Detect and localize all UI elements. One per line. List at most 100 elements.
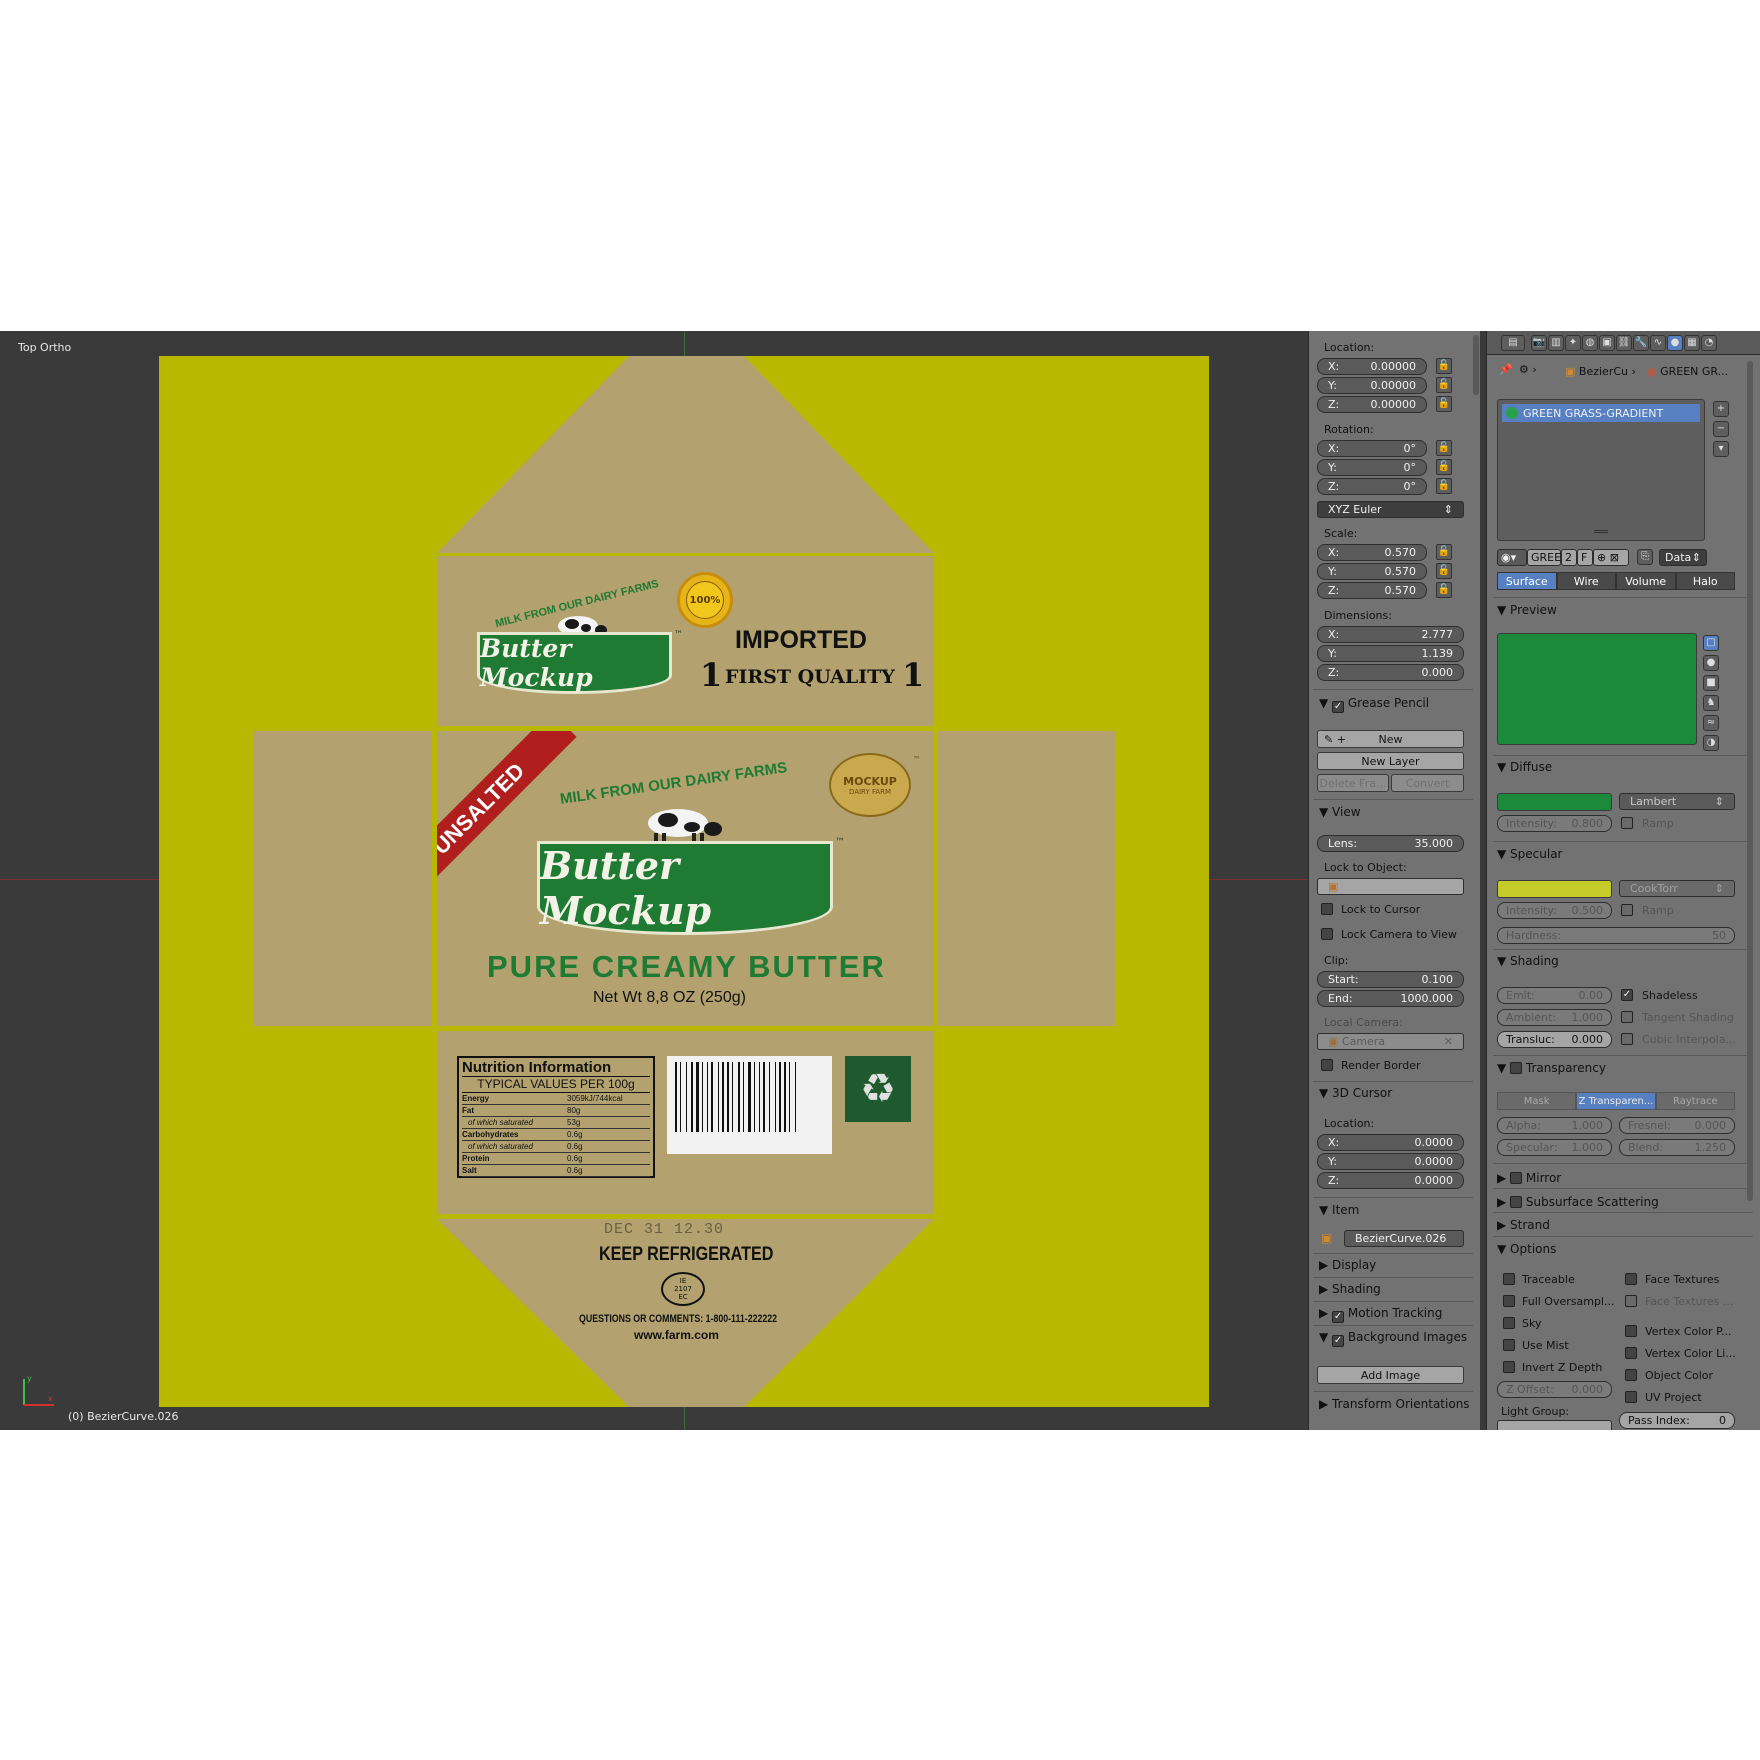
render-border-checkbox[interactable] bbox=[1321, 1059, 1333, 1071]
lock-icon[interactable]: 🔓 bbox=[1436, 478, 1452, 494]
background-images-header[interactable]: ▼ ✓ Background Images bbox=[1319, 1330, 1467, 1347]
mirror-header[interactable]: ▶ Mirror bbox=[1497, 1170, 1561, 1185]
remove-slot-icon[interactable]: − bbox=[1713, 421, 1729, 437]
lock-to-cursor-checkbox[interactable] bbox=[1321, 903, 1333, 915]
shading-header[interactable]: ▼ Shading bbox=[1497, 954, 1559, 968]
clip-end-field[interactable]: End: 1000.000 bbox=[1317, 990, 1464, 1007]
new-material-icon[interactable]: ⊕ ⊠ bbox=[1593, 549, 1629, 566]
dimensions-z-field[interactable]: Z: 0.000 bbox=[1317, 664, 1464, 681]
data-tab-icon[interactable]: ∿ bbox=[1650, 335, 1666, 351]
transparency-mode-2[interactable]: Raytrace bbox=[1655, 1092, 1735, 1110]
vertex-color-light-checkbox[interactable] bbox=[1625, 1347, 1637, 1359]
pass-index-field[interactable]: Pass Index: 0 bbox=[1619, 1412, 1735, 1429]
mirror-checkbox[interactable] bbox=[1510, 1172, 1523, 1184]
tangent-shading-checkbox[interactable] bbox=[1621, 1011, 1633, 1023]
tab-volume[interactable]: Volume bbox=[1616, 572, 1676, 590]
tab-surface[interactable]: Surface bbox=[1497, 572, 1557, 590]
transform-orientations-header[interactable]: ▶ Transform Orientations bbox=[1319, 1397, 1470, 1411]
cursor-y-field[interactable]: Y: 0.0000 bbox=[1317, 1153, 1464, 1170]
diffuse-shader-select[interactable]: Lambert ⇕ bbox=[1619, 793, 1735, 810]
3d-cursor-header[interactable]: ▼ 3D Cursor bbox=[1319, 1086, 1392, 1100]
material-users-count[interactable]: 2 bbox=[1561, 549, 1577, 566]
specular-color-swatch[interactable] bbox=[1497, 880, 1612, 898]
new-layer-button[interactable]: New Layer bbox=[1317, 752, 1464, 770]
delete-frame-button[interactable]: Delete Fra... bbox=[1317, 774, 1389, 792]
specular-shader-select[interactable]: CookTorr ⇕ bbox=[1619, 880, 1735, 897]
transparency-mode-tabs[interactable]: Mask Z Transparen... Raytrace bbox=[1497, 1092, 1735, 1110]
translucency-field[interactable]: Transluc: 0.000 bbox=[1497, 1031, 1612, 1048]
layers-tab-icon[interactable]: ▥ bbox=[1548, 335, 1564, 351]
rotation-y-field[interactable]: Y: 0° bbox=[1317, 459, 1427, 476]
material-slot-row[interactable]: GREEN GRASS-GRADIENT bbox=[1502, 404, 1700, 422]
vertex-color-paint-checkbox[interactable] bbox=[1625, 1325, 1637, 1337]
clear-icon[interactable]: ✕ bbox=[1444, 1035, 1453, 1048]
preview-hair-icon[interactable]: ≈ bbox=[1703, 715, 1719, 731]
constraints-tab-icon[interactable]: ⛓ bbox=[1616, 335, 1632, 351]
physics-tab-icon[interactable]: ◔ bbox=[1701, 335, 1717, 351]
light-group-field[interactable] bbox=[1497, 1420, 1612, 1430]
cubic-interpolation-checkbox[interactable] bbox=[1621, 1033, 1633, 1045]
alpha-field[interactable]: Alpha: 1.000 bbox=[1497, 1117, 1612, 1134]
item-header[interactable]: ▼ Item bbox=[1319, 1203, 1359, 1217]
grease-pencil-header[interactable]: ▼ ✓ Grease Pencil bbox=[1319, 696, 1429, 713]
sss-checkbox[interactable] bbox=[1510, 1196, 1523, 1208]
diffuse-header[interactable]: ▼ Diffuse bbox=[1497, 760, 1552, 774]
face-textures-alpha-checkbox[interactable] bbox=[1625, 1295, 1637, 1307]
lock-icon[interactable]: 🔓 bbox=[1436, 358, 1452, 374]
z-offset-field[interactable]: Z Offset: 0.000 bbox=[1497, 1381, 1612, 1398]
link-data-select[interactable]: Data ⇕ bbox=[1659, 549, 1707, 566]
convert-button[interactable]: Convert bbox=[1391, 774, 1464, 792]
hardness-field[interactable]: Hardness: 50 bbox=[1497, 927, 1735, 944]
preview-header[interactable]: ▼ Preview bbox=[1497, 603, 1557, 617]
lock-icon[interactable]: 🔓 bbox=[1436, 440, 1452, 456]
material-slot-list[interactable]: GREEN GRASS-GRADIENT bbox=[1497, 399, 1705, 541]
lock-icon[interactable]: 🔓 bbox=[1436, 582, 1452, 598]
cursor-z-field[interactable]: Z: 0.0000 bbox=[1317, 1172, 1464, 1189]
strand-header[interactable]: ▶ Strand bbox=[1497, 1218, 1550, 1232]
render-tab-icon[interactable]: 📷 bbox=[1531, 335, 1547, 351]
use-mist-checkbox[interactable] bbox=[1503, 1339, 1515, 1351]
location-z-field[interactable]: Z: 0.00000 bbox=[1317, 396, 1427, 413]
material-name-field[interactable]: GREE bbox=[1527, 549, 1561, 566]
preview-cube-icon[interactable]: ■ bbox=[1703, 675, 1719, 691]
diffuse-ramp-checkbox[interactable] bbox=[1621, 817, 1633, 829]
add-image-button[interactable]: Add Image bbox=[1317, 1366, 1464, 1384]
lock-icon[interactable]: 🔓 bbox=[1436, 459, 1452, 475]
lock-object-field[interactable]: ▣ bbox=[1317, 878, 1464, 895]
lock-icon[interactable]: 🔓 bbox=[1436, 377, 1452, 393]
motion-tracking-header[interactable]: ▶ ✓ Motion Tracking bbox=[1319, 1306, 1442, 1323]
rotation-x-field[interactable]: X: 0° bbox=[1317, 440, 1427, 457]
rotation-mode-select[interactable]: XYZ Euler ⇕ bbox=[1317, 501, 1464, 518]
motion-tracking-checkbox[interactable]: ✓ bbox=[1332, 1311, 1345, 1323]
scale-x-field[interactable]: X: 0.570 bbox=[1317, 544, 1427, 561]
view-header[interactable]: ▼ View bbox=[1319, 805, 1361, 819]
scrollbar[interactable] bbox=[1473, 335, 1479, 395]
breadcrumb-object[interactable]: ▣ BezierCu › bbox=[1565, 365, 1636, 378]
sss-header[interactable]: ▶ Subsurface Scattering bbox=[1497, 1194, 1659, 1209]
dimensions-x-field[interactable]: X: 2.777 bbox=[1317, 626, 1464, 643]
material-type-tabs[interactable]: Surface Wire Volume Halo bbox=[1497, 572, 1735, 590]
lock-icon[interactable]: 🔓 bbox=[1436, 544, 1452, 560]
location-y-field[interactable]: Y: 0.00000 bbox=[1317, 377, 1427, 394]
preview-monkey-icon[interactable]: ♞ bbox=[1703, 695, 1719, 711]
display-header[interactable]: ▶ Display bbox=[1319, 1258, 1376, 1272]
dimensions-y-field[interactable]: Y: 1.139 bbox=[1317, 645, 1464, 662]
lock-icon[interactable]: 🔓 bbox=[1436, 563, 1452, 579]
diffuse-color-swatch[interactable] bbox=[1497, 793, 1612, 811]
slot-menu-icon[interactable]: ▾ bbox=[1713, 441, 1729, 457]
texture-tab-icon[interactable]: ▦ bbox=[1684, 335, 1700, 351]
properties-n-panel[interactable]: Location: X: 0.00000 Y: 0.00000 Z: 0.00000 … bbox=[1308, 331, 1480, 1430]
breadcrumb-material[interactable]: ◉ GREEN GR... bbox=[1647, 365, 1728, 378]
uv-project-checkbox[interactable] bbox=[1625, 1391, 1637, 1403]
world-tab-icon[interactable]: ◍ bbox=[1582, 335, 1598, 351]
transparency-checkbox[interactable] bbox=[1510, 1062, 1523, 1074]
location-x-field[interactable]: X: 0.00000 bbox=[1317, 358, 1427, 375]
transparency-specular-field[interactable]: Specular: 1.000 bbox=[1497, 1139, 1612, 1156]
specular-ramp-checkbox[interactable] bbox=[1621, 904, 1633, 916]
modifiers-tab-icon[interactable]: 🔧 bbox=[1633, 335, 1649, 351]
editor-type-icon[interactable]: ▤ bbox=[1501, 335, 1525, 351]
shadeless-checkbox[interactable]: ✓ bbox=[1621, 989, 1633, 1001]
blend-field[interactable]: Blend: 1.250 bbox=[1619, 1139, 1735, 1156]
butter-wrapper-canvas[interactable]: MILK FROM OUR DAIRY FARMS Butter Mockup … bbox=[159, 356, 1209, 1407]
traceable-checkbox[interactable] bbox=[1503, 1273, 1515, 1285]
